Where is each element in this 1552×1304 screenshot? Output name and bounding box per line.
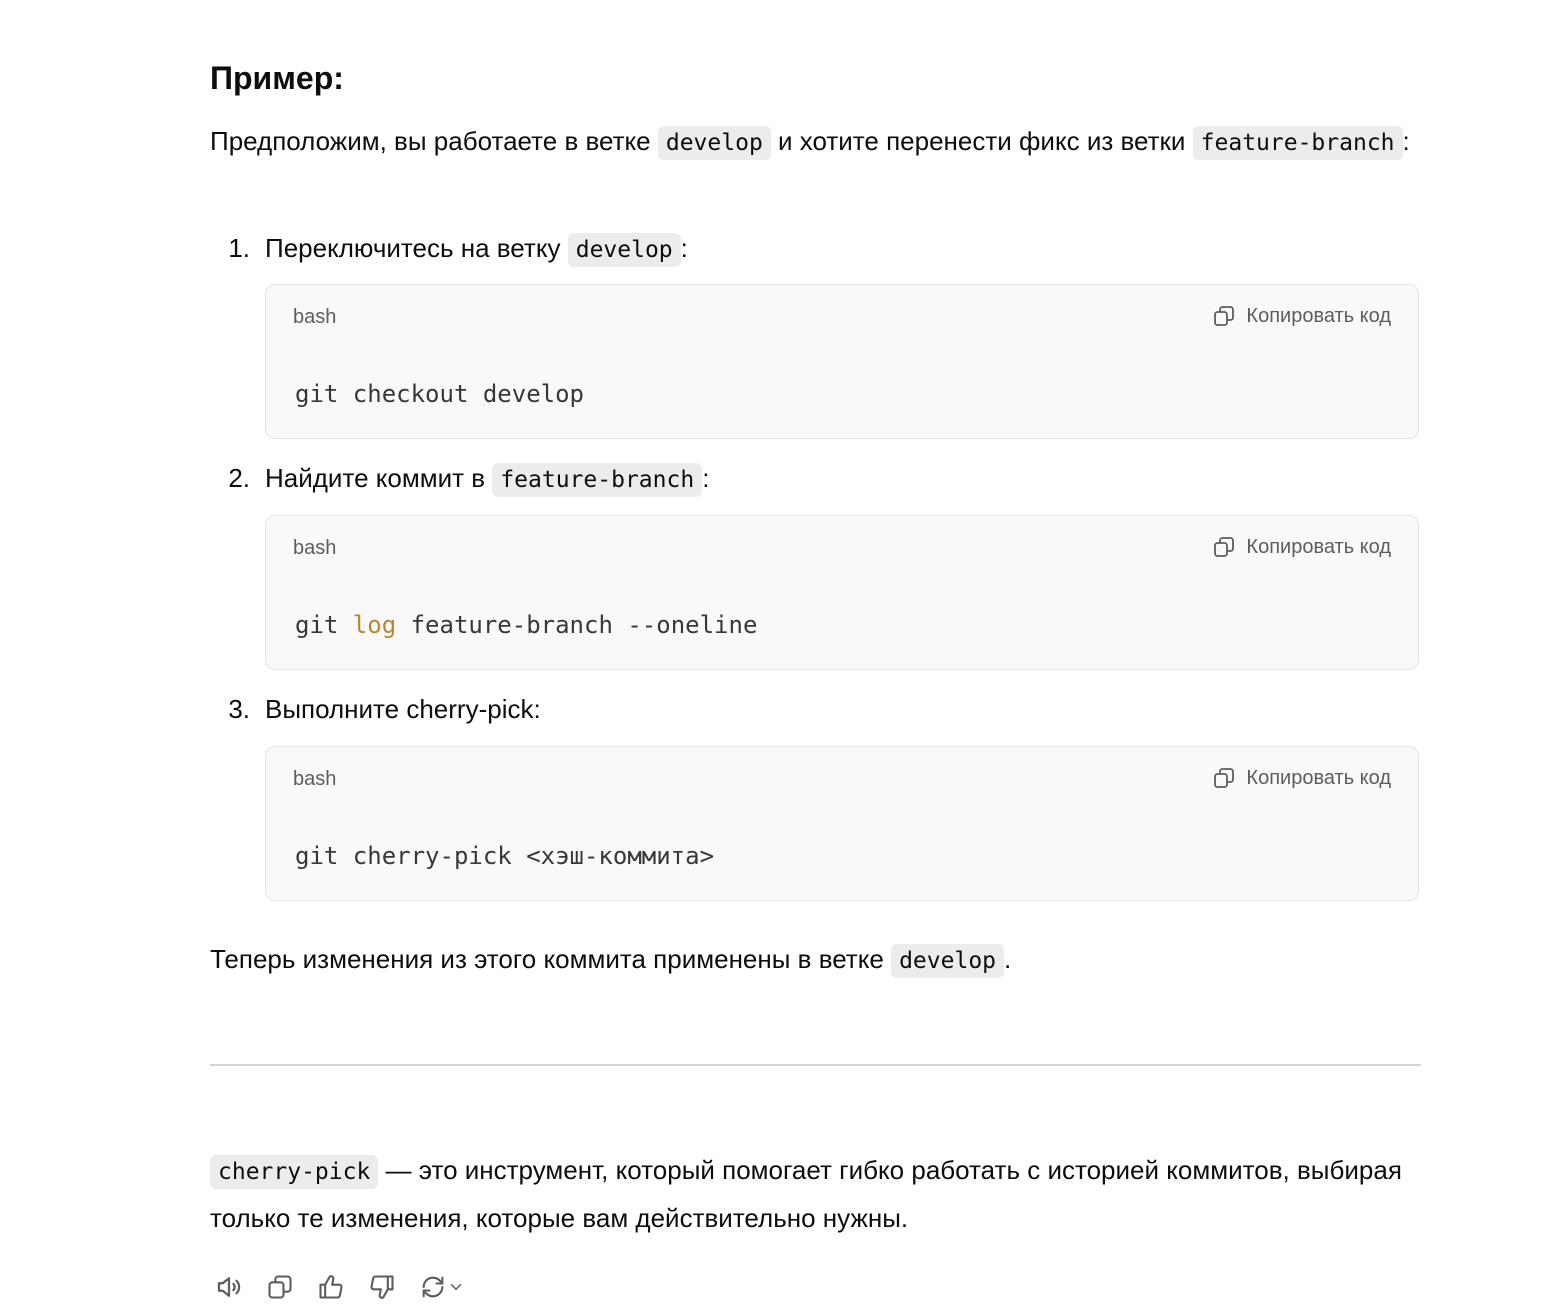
code-block: bash Копировать код git log feature-bran… xyxy=(265,515,1419,670)
conclusion-text: Теперь изменения из этого коммита примен… xyxy=(210,944,892,974)
conclusion-paragraph: Теперь изменения из этого коммита примен… xyxy=(210,936,1421,984)
code-language-label: bash xyxy=(293,306,337,328)
copy-icon xyxy=(268,1275,292,1299)
code-line: git checkout develop xyxy=(295,379,584,409)
inline-code: develop xyxy=(567,233,681,267)
step-label: Переключитесь на ветку xyxy=(265,233,568,263)
thumbs-up-icon xyxy=(319,1275,343,1299)
inline-code: develop xyxy=(891,944,1005,978)
copy-message-button[interactable] xyxy=(263,1270,297,1304)
regenerate-icon xyxy=(422,1276,444,1298)
section-heading: Пример: xyxy=(210,60,344,96)
copy-code-label: Копировать код xyxy=(1246,767,1391,789)
summary-paragraph: cherry-pick — это инструмент, который по… xyxy=(210,1147,1421,1241)
conclusion-suffix: . xyxy=(1004,944,1012,974)
step-number: 3. xyxy=(228,694,250,724)
code-language-label: bash xyxy=(293,768,337,790)
thumbs-down-icon xyxy=(370,1275,394,1299)
chevron-down-icon xyxy=(450,1284,462,1290)
intro-text-before: Предположим, вы работаете в ветке xyxy=(210,126,658,156)
copy-code-label: Копировать код xyxy=(1246,305,1391,327)
copy-icon xyxy=(1214,537,1235,557)
step-text: Найдите коммит в feature-branch: xyxy=(265,455,709,503)
copy-code-label: Копировать код xyxy=(1246,536,1391,558)
intro-paragraph: Предположим, вы работаете в ветке develo… xyxy=(210,118,1421,166)
code-text: git cherry-pick <хэш-коммита> xyxy=(295,842,715,870)
copy-icon xyxy=(1214,306,1235,326)
copy-code-button[interactable]: Копировать код xyxy=(1212,534,1391,560)
horizontal-divider xyxy=(210,1064,1421,1066)
step-suffix: : xyxy=(680,233,688,263)
speaker-icon xyxy=(217,1277,241,1297)
inline-code: feature-branch xyxy=(1192,126,1403,160)
code-text: feature-branch --oneline xyxy=(396,611,758,639)
message-action-bar xyxy=(212,1270,485,1304)
inline-code: cherry-pick xyxy=(210,1155,379,1189)
regenerate-button[interactable] xyxy=(416,1270,468,1304)
copy-code-button[interactable]: Копировать код xyxy=(1212,303,1391,329)
code-text: git xyxy=(295,611,353,639)
step-number: 1. xyxy=(228,233,250,263)
step-suffix: : xyxy=(702,463,710,493)
code-keyword: log xyxy=(352,611,397,639)
summary-text: — это инструмент, который помогает гибко… xyxy=(210,1155,1402,1233)
intro-text-after: : xyxy=(1402,126,1410,156)
step-text: Переключитесь на ветку develop: xyxy=(265,225,688,273)
code-block: bash Копировать код git cherry-pick <хэш… xyxy=(265,746,1419,901)
inline-code: develop xyxy=(657,126,771,160)
intro-text-mid: и хотите перенести фикс из ветки xyxy=(770,126,1193,156)
code-line: git log feature-branch --oneline xyxy=(295,610,757,640)
step-number: 2. xyxy=(228,463,250,493)
step-label: Найдите коммит в xyxy=(265,463,493,493)
step-label: Выполните cherry-pick: xyxy=(265,694,541,724)
inline-code: feature-branch xyxy=(492,463,703,497)
code-block: bash Копировать код git checkout develop xyxy=(265,284,1419,439)
copy-icon xyxy=(1214,768,1235,788)
step-text: Выполните cherry-pick: xyxy=(265,686,541,732)
read-aloud-button[interactable] xyxy=(212,1270,246,1304)
bad-response-button[interactable] xyxy=(365,1270,399,1304)
good-response-button[interactable] xyxy=(314,1270,348,1304)
code-line: git cherry-pick <хэш-коммита> xyxy=(295,841,714,871)
code-text: git checkout develop xyxy=(295,380,584,408)
code-language-label: bash xyxy=(293,537,337,559)
copy-code-button[interactable]: Копировать код xyxy=(1212,765,1391,791)
